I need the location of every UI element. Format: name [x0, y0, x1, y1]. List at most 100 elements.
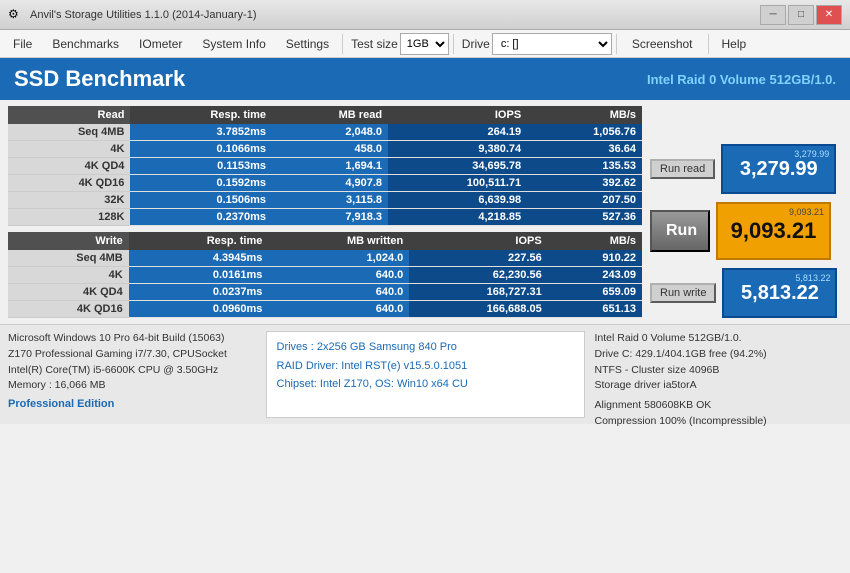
row-label: 4K QD4 [8, 284, 129, 301]
minimize-button[interactable]: ─ [760, 5, 786, 25]
pro-edition-label: Professional Edition [8, 396, 256, 413]
header-title: SSD Benchmark [14, 66, 185, 92]
cell-iops: 34,695.78 [388, 158, 527, 175]
read-score-row: Run read 3,279.99 3,279.99 [650, 144, 842, 194]
read-header-row: Read Resp. time MB read IOPS MB/s [8, 106, 642, 124]
cell-resptime: 0.2370ms [130, 209, 272, 226]
raid-info-line3: NTFS - Cluster size 4096B [595, 363, 843, 379]
table-row: Seq 4MB 3.7852ms 2,048.0 264.19 1,056.76 [8, 124, 642, 141]
row-label: 4K QD16 [8, 175, 130, 192]
write-col-mbs: MB/s [548, 232, 642, 250]
cell-mbs: 910.22 [548, 250, 642, 267]
table-row: 4K QD4 0.1153ms 1,694.1 34,695.78 135.53 [8, 158, 642, 175]
cell-mbs: 207.50 [527, 192, 642, 209]
cell-mbs: 651.13 [548, 301, 642, 318]
menu-bar: File Benchmarks IOmeter System Info Sett… [0, 30, 850, 58]
divider-1 [342, 34, 343, 54]
cell-mb: 640.0 [268, 267, 409, 284]
write-header-row: Write Resp. time MB written IOPS MB/s [8, 232, 642, 250]
cell-resptime: 0.1066ms [130, 141, 272, 158]
divider-2 [453, 34, 454, 54]
table-row: 4K QD16 0.1592ms 4,907.8 100,511.71 392.… [8, 175, 642, 192]
total-score-box: 9,093.21 9,093.21 [716, 202, 831, 260]
menu-iometer[interactable]: IOmeter [130, 33, 191, 55]
main-content: Read Resp. time MB read IOPS MB/s Seq 4M… [0, 100, 850, 318]
drive-info-line2: RAID Driver: Intel RST(e) v15.5.0.1051 [277, 357, 574, 376]
cell-iops: 100,511.71 [388, 175, 527, 192]
drive-info-line1: Drives : 2x256 GB Samsung 840 Pro [277, 338, 574, 357]
raid-info-line2: Drive C: 429.1/404.1GB free (94.2%) [595, 347, 843, 363]
run-write-button[interactable]: Run write [650, 283, 716, 303]
cell-mb: 1,694.1 [272, 158, 388, 175]
total-score-value: 9,093.21 [731, 218, 817, 244]
read-score-value: 3,279.99 [740, 158, 818, 181]
divider-4 [708, 34, 709, 54]
cell-iops: 227.56 [409, 250, 547, 267]
cell-iops: 168,727.31 [409, 284, 547, 301]
title-bar: ⚙ Anvil's Storage Utilities 1.1.0 (2014-… [0, 0, 850, 30]
title-text: Anvil's Storage Utilities 1.1.0 (2014-Ja… [30, 9, 256, 21]
table-row: 128K 0.2370ms 7,918.3 4,218.85 527.36 [8, 209, 642, 226]
total-score-row: Run 9,093.21 9,093.21 [650, 202, 842, 260]
cell-mb: 3,115.8 [272, 192, 388, 209]
menu-file[interactable]: File [4, 33, 41, 55]
header-banner: SSD Benchmark Intel Raid 0 Volume 512GB/… [0, 58, 850, 100]
table-row: 32K 0.1506ms 3,115.8 6,639.98 207.50 [8, 192, 642, 209]
drive-select[interactable]: c: [] [492, 33, 612, 55]
cell-iops: 62,230.56 [409, 267, 547, 284]
cell-mbs: 243.09 [548, 267, 642, 284]
row-label: 4K [8, 141, 130, 158]
read-col-iops: IOPS [388, 106, 527, 124]
read-score-box: 3,279.99 3,279.99 [721, 144, 836, 194]
menu-settings[interactable]: Settings [277, 33, 338, 55]
cell-iops: 4,218.85 [388, 209, 527, 226]
write-table: Write Resp. time MB written IOPS MB/s Se… [8, 232, 642, 318]
cell-resptime: 0.1592ms [130, 175, 272, 192]
run-main-button[interactable]: Run [650, 210, 710, 252]
cell-mb: 640.0 [268, 284, 409, 301]
sysinfo-line4: Memory : 16,066 MB [8, 378, 256, 394]
cell-resptime: 4.3945ms [129, 250, 269, 267]
divider-3 [616, 34, 617, 54]
read-col-resptime: Resp. time [130, 106, 272, 124]
raid-info-line4: Storage driver ia5torA [595, 378, 843, 394]
menu-help[interactable]: Help [713, 33, 756, 55]
cell-resptime: 0.0161ms [129, 267, 269, 284]
read-col-name: Read [8, 106, 130, 124]
testsize-label: Test size [351, 37, 398, 51]
row-label: 4K [8, 267, 129, 284]
cell-iops: 166,688.05 [409, 301, 547, 318]
maximize-button[interactable]: □ [788, 5, 814, 25]
menu-sysinfo[interactable]: System Info [193, 33, 274, 55]
run-read-button[interactable]: Run read [650, 159, 715, 179]
read-score-label: 3,279.99 [794, 149, 829, 159]
close-button[interactable]: ✕ [816, 5, 842, 25]
header-subtitle: Intel Raid 0 Volume 512GB/1.0. [647, 72, 836, 87]
cell-mbs: 527.36 [527, 209, 642, 226]
cell-mb: 1,024.0 [268, 250, 409, 267]
cell-iops: 264.19 [388, 124, 527, 141]
screenshot-button[interactable]: Screenshot [621, 33, 704, 55]
table-row: 4K QD4 0.0237ms 640.0 168,727.31 659.09 [8, 284, 642, 301]
sysinfo-line2: Z170 Professional Gaming i7/7.30, CPUSoc… [8, 347, 256, 363]
table-row: 4K 0.1066ms 458.0 9,380.74 36.64 [8, 141, 642, 158]
cell-iops: 6,639.98 [388, 192, 527, 209]
testsize-select[interactable]: 1GB 2GB 4GB [400, 33, 449, 55]
cell-mbs: 392.62 [527, 175, 642, 192]
bench-table: Read Resp. time MB read IOPS MB/s Seq 4M… [8, 106, 642, 318]
total-score-label: 9,093.21 [789, 207, 824, 217]
row-label: 128K [8, 209, 130, 226]
menu-benchmarks[interactable]: Benchmarks [43, 33, 128, 55]
write-col-resptime: Resp. time [129, 232, 269, 250]
cell-mb: 640.0 [268, 301, 409, 318]
row-label: 32K [8, 192, 130, 209]
read-col-mbs: MB/s [527, 106, 642, 124]
read-table: Read Resp. time MB read IOPS MB/s Seq 4M… [8, 106, 642, 226]
write-score-row: Run write 5,813.22 5,813.22 [650, 268, 842, 318]
row-label: Seq 4MB [8, 250, 129, 267]
row-label: 4K QD4 [8, 158, 130, 175]
table-row: 4K QD16 0.0960ms 640.0 166,688.05 651.13 [8, 301, 642, 318]
cell-mb: 4,907.8 [272, 175, 388, 192]
cell-iops: 9,380.74 [388, 141, 527, 158]
drive-label: Drive [462, 37, 490, 51]
